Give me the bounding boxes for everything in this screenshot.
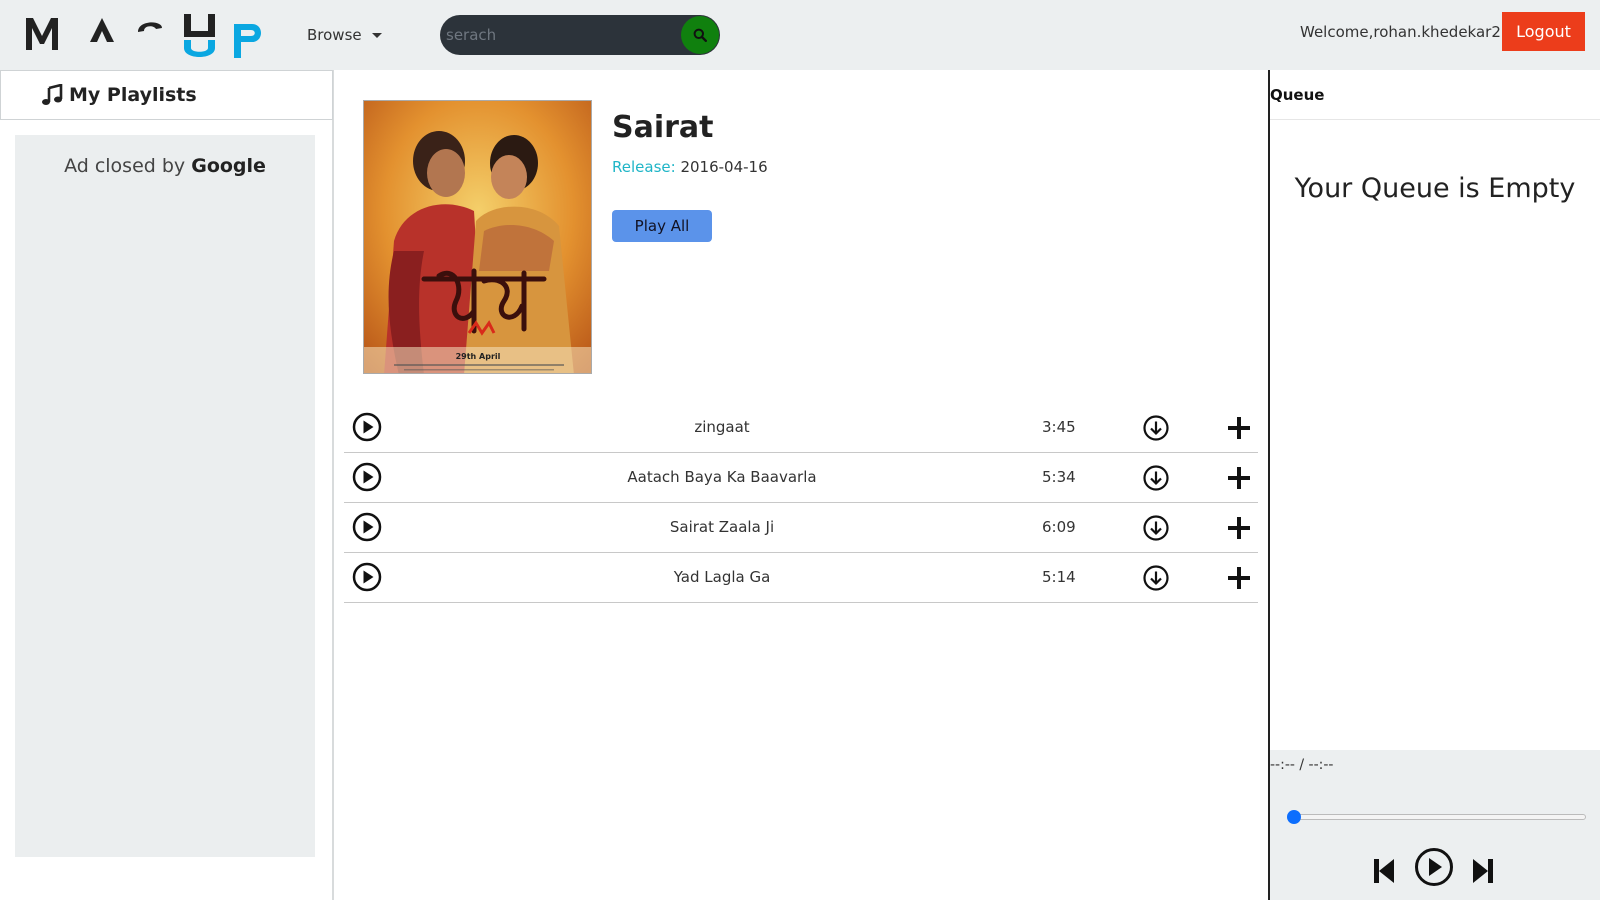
ad-brand: Google <box>191 155 266 177</box>
play-circle-icon[interactable] <box>352 562 382 592</box>
song-row: Aatach Baya Ka Baavarla 5:34 <box>344 453 1258 503</box>
album-main: 29th April Sairat Release: 2016-04-16 Pl… <box>336 70 1268 900</box>
play-circle-icon[interactable] <box>352 412 382 442</box>
release-info: Release: 2016-04-16 <box>612 158 768 176</box>
my-playlists-label: My Playlists <box>69 84 197 106</box>
logout-button[interactable]: Logout <box>1502 12 1585 51</box>
download-icon[interactable] <box>1142 564 1170 592</box>
seek-bar[interactable] <box>1290 814 1586 820</box>
add-to-queue-icon[interactable] <box>1226 565 1252 591</box>
song-title: zingaat <box>694 418 750 436</box>
ad-closed-text: Ad closed by <box>64 155 192 177</box>
queue-empty-message: Your Queue is Empty <box>1294 173 1576 204</box>
seek-handle[interactable] <box>1287 810 1301 824</box>
my-playlists-link[interactable]: My Playlists <box>0 70 333 120</box>
download-icon[interactable] <box>1142 514 1170 542</box>
song-title: Sairat Zaala Ji <box>669 518 775 536</box>
play-circle-icon[interactable] <box>352 512 382 542</box>
play-all-button[interactable]: Play All <box>612 210 712 242</box>
welcome-text: Welcome,rohan.khedekar21 <box>1300 23 1511 41</box>
mashup-logo[interactable] <box>24 12 274 60</box>
song-row: Yad Lagla Ga 5:14 <box>344 553 1258 603</box>
download-icon[interactable] <box>1142 464 1170 492</box>
left-sidebar: My Playlists Ad closed by Google <box>0 70 334 900</box>
browse-label: Browse <box>307 26 362 44</box>
song-duration: 5:34 <box>1042 468 1076 486</box>
song-row: Sairat Zaala Ji 6:09 <box>344 503 1258 553</box>
song-title: Aatach Baya Ka Baavarla <box>627 468 817 486</box>
song-duration: 3:45 <box>1042 418 1076 436</box>
caret-down-icon <box>371 32 382 38</box>
song-row: zingaat 3:45 <box>344 403 1258 453</box>
album-cover: 29th April <box>363 100 592 374</box>
add-to-queue-icon[interactable] <box>1226 515 1252 541</box>
skip-next-icon[interactable] <box>1472 858 1494 884</box>
song-duration: 6:09 <box>1042 518 1076 536</box>
song-duration: 5:14 <box>1042 568 1076 586</box>
release-label: Release: <box>612 158 676 176</box>
play-circle-icon[interactable] <box>352 462 382 492</box>
audio-player: --:-- / --:-- <box>1270 750 1600 900</box>
poster-date-text: 29th April <box>456 352 501 361</box>
queue-title: Queue <box>1270 70 1600 120</box>
top-navbar: Browse Welcome,rohan.khedekar21 Logout <box>0 0 1600 70</box>
time-display: --:-- / --:-- <box>1270 757 1334 773</box>
queue-panel: Queue Your Queue is Empty --:-- / --:-- <box>1268 70 1600 900</box>
search-button[interactable] <box>681 16 719 54</box>
add-to-queue-icon[interactable] <box>1226 415 1252 441</box>
play-circle-icon[interactable] <box>1414 847 1454 887</box>
browse-dropdown[interactable]: Browse <box>307 26 382 44</box>
search-bar <box>440 15 720 55</box>
release-date: 2016-04-16 <box>680 158 768 176</box>
search-input[interactable] <box>446 15 674 55</box>
music-note-icon <box>42 84 63 105</box>
album-title: Sairat <box>612 110 714 145</box>
search-icon <box>693 28 707 42</box>
song-title: Yad Lagla Ga <box>673 568 771 586</box>
song-list: zingaat 3:45 Aatach Baya Ka Baavarla 5:3… <box>344 403 1258 603</box>
skip-previous-icon[interactable] <box>1373 858 1395 884</box>
download-icon[interactable] <box>1142 414 1170 442</box>
add-to-queue-icon[interactable] <box>1226 465 1252 491</box>
ad-placeholder: Ad closed by Google <box>15 135 315 857</box>
